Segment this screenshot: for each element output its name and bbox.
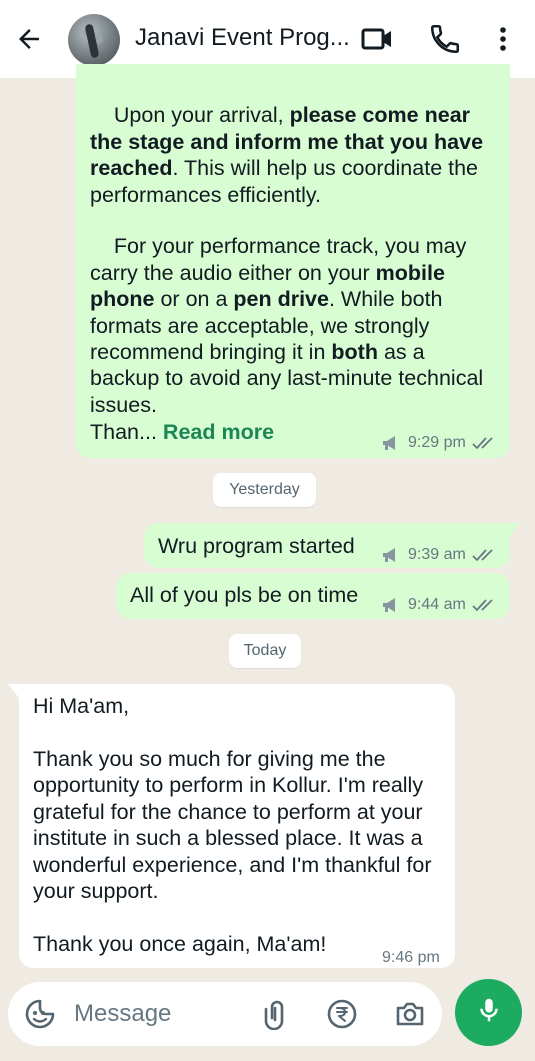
message-text: or on a [154,287,234,312]
message-text: All of you pls be on time [130,583,359,607]
video-camera-icon[interactable] [360,22,394,56]
message-bubble-outgoing[interactable]: Wru program started 9:39 am [144,523,510,568]
message-time: 9:39 am [408,546,466,563]
broadcast-icon [382,547,402,563]
message-text-truncated: Than... [90,420,157,444]
double-check-icon [472,598,496,612]
phone-icon[interactable] [428,22,462,56]
paperclip-icon[interactable] [258,998,290,1031]
date-separator: Yesterday [213,473,316,507]
message-composer [8,982,442,1046]
message-bubble-outgoing[interactable]: Upon your arrival, please come near the … [76,64,510,458]
message-text: Thank you once again, Ma'am! [33,932,327,956]
message-bubble-incoming[interactable]: Hi Ma'am, Thank you so much for giving m… [19,684,455,968]
message-bubble-outgoing[interactable]: All of you pls be on time 9:44 am [116,573,510,619]
back-arrow-icon[interactable] [14,24,44,54]
message-text: Wru program started [158,534,355,558]
message-text: Hi Ma'am, [33,694,130,718]
more-vertical-icon[interactable] [490,22,516,56]
microphone-button[interactable] [455,979,522,1046]
message-text-bold: both [331,340,378,365]
message-input[interactable] [74,1000,244,1028]
message-text-bold: pen drive [233,287,329,312]
microphone-icon [474,995,504,1030]
message-time: 9:46 pm [382,949,440,966]
message-text: Thank you so much for giving me the oppo… [33,747,438,904]
double-check-icon [472,548,496,562]
message-time: 9:44 am [408,596,466,613]
broadcast-icon [382,597,402,613]
message-text: Upon your arrival, [113,103,290,128]
date-separator: Today [229,634,301,668]
camera-icon[interactable] [394,998,426,1030]
double-check-icon [472,436,496,450]
broadcast-icon [382,435,402,451]
message-time: 9:29 pm [408,434,466,451]
read-more-link[interactable]: Read more [163,420,274,444]
avatar[interactable] [68,14,120,66]
chat-title[interactable]: Janavi Event Prog... [135,24,350,52]
rupee-icon[interactable] [326,998,358,1030]
sticker-icon[interactable] [24,998,56,1030]
